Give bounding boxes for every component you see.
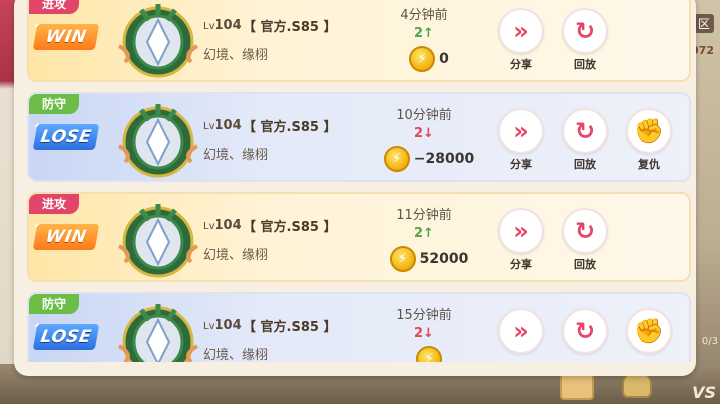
replay-icon: ↻: [562, 208, 608, 254]
rank-change: 2↓: [414, 126, 434, 141]
battle-type-tag: 防守: [29, 294, 79, 314]
replay-label: 回放: [574, 258, 596, 271]
vs-label: VS: [692, 383, 716, 402]
coin-icon: ⚡: [383, 146, 410, 172]
battle-result-badge: WIN: [32, 224, 100, 250]
coin-reward: ⚡ 0: [369, 46, 489, 72]
revenge-label: 复仇: [638, 158, 660, 171]
coin-reward: ⚡: [369, 346, 489, 362]
replay-icon: ↻: [562, 8, 608, 54]
battle-type-tag: 进攻: [29, 0, 79, 14]
share-icon: »: [498, 108, 544, 154]
battle-time: 10分钟前: [396, 108, 452, 123]
player-names: 幻境、缘栩: [203, 348, 269, 362]
battle-record-card: 防守 ✦ LOSE Lv104 【 官方.S85 】 幻境、缘栩 10分钟前 2…: [27, 92, 691, 182]
battle-type-tag: 进攻: [29, 194, 79, 214]
level-label: Lv104: [203, 118, 242, 133]
battle-result-badge: WIN: [32, 24, 100, 50]
player-names: 幻境、缘栩: [203, 48, 269, 63]
battle-result-badge: LOSE: [32, 124, 100, 150]
battle-record-card: 进攻 ✦ WIN Lv104 【 官方.S85 】 幻境、缘栩 4分钟前 2↑ …: [27, 0, 691, 82]
server-label: 【 官方.S85 】: [243, 220, 337, 235]
coin-icon: ⚡: [409, 46, 436, 72]
battle-record-list[interactable]: 进攻 ✦ WIN Lv104 【 官方.S85 】 幻境、缘栩 4分钟前 2↑ …: [27, 0, 691, 362]
share-label: 分享: [510, 58, 532, 71]
share-icon: »: [498, 208, 544, 254]
battle-type-tag: 防守: [29, 94, 79, 114]
opponent-emblem-icon: [117, 104, 199, 178]
share-icon: »: [498, 8, 544, 54]
level-label: Lv104: [203, 218, 242, 233]
revenge-icon: ✊: [626, 108, 672, 154]
rank-change: 2↓: [414, 326, 434, 341]
opponent-emblem-icon: [117, 204, 199, 278]
battle-time: 15分钟前: [396, 308, 452, 323]
coin-icon: ⚡: [389, 246, 416, 272]
replay-button[interactable]: ↻ 回放: [559, 108, 611, 178]
share-label: 分享: [510, 258, 532, 271]
share-icon: »: [498, 308, 544, 354]
share-label: 分享: [510, 158, 532, 171]
revenge-button[interactable]: ✊ 复仇: [623, 108, 675, 178]
replay-icon: ↻: [562, 308, 608, 354]
rank-change: 2↑: [414, 226, 434, 241]
background-count: 0/3: [701, 336, 718, 347]
server-label: 【 官方.S85 】: [243, 120, 337, 135]
battle-time: 4分钟前: [400, 8, 448, 23]
replay-button[interactable]: ↻: [559, 308, 611, 362]
share-button[interactable]: » 分享: [495, 108, 547, 178]
revenge-icon: ✊: [626, 308, 672, 354]
coin-icon: ⚡: [416, 346, 442, 362]
share-button[interactable]: » 分享: [495, 8, 547, 78]
rank-change: 2↑: [414, 26, 434, 41]
coin-amount: 0: [439, 51, 449, 67]
coin-amount: −28000: [413, 151, 475, 167]
share-button[interactable]: »: [495, 308, 547, 362]
level-label: Lv104: [203, 318, 242, 333]
replay-button[interactable]: ↻ 回放: [559, 8, 611, 78]
coin-reward: ⚡ −28000: [369, 146, 489, 172]
server-label: 【 官方.S85 】: [243, 320, 337, 335]
replay-button[interactable]: ↻ 回放: [559, 208, 611, 278]
replay-label: 回放: [574, 158, 596, 171]
battle-time: 11分钟前: [396, 208, 452, 223]
revenge-button[interactable]: ✊: [623, 308, 675, 362]
player-names: 幻境、缘栩: [203, 148, 269, 163]
opponent-emblem-icon: [117, 4, 199, 78]
opponent-emblem-icon: [117, 304, 199, 362]
background-label: 区: [693, 14, 714, 33]
battle-record-card: 进攻 ✦ WIN Lv104 【 官方.S85 】 幻境、缘栩 11分钟前 2↑…: [27, 192, 691, 282]
battle-result-badge: LOSE: [32, 324, 100, 350]
player-names: 幻境、缘栩: [203, 248, 269, 263]
battle-record-panel: 进攻 ✦ WIN Lv104 【 官方.S85 】 幻境、缘栩 4分钟前 2↑ …: [14, 0, 696, 376]
server-label: 【 官方.S85 】: [243, 20, 337, 35]
replay-label: 回放: [574, 58, 596, 71]
coin-amount: 52000: [419, 251, 469, 267]
replay-icon: ↻: [562, 108, 608, 154]
coin-reward: ⚡ 52000: [369, 246, 489, 272]
battle-record-card: 防守 ✦ LOSE Lv104 【 官方.S85 】 幻境、缘栩 15分钟前 2…: [27, 292, 691, 362]
share-button[interactable]: » 分享: [495, 208, 547, 278]
level-label: Lv104: [203, 18, 242, 33]
